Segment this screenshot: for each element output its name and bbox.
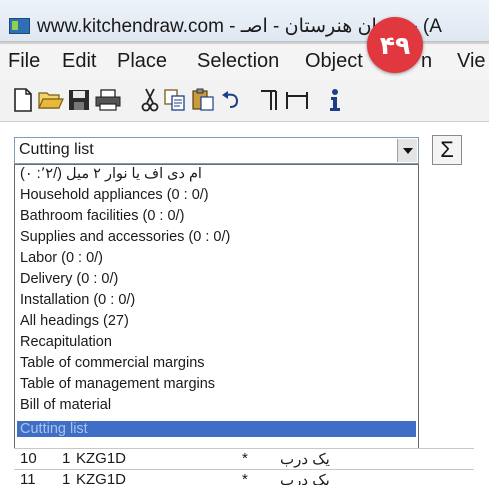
report-type-dropdown-list: (۰ :٬٢/) ام دی اف یا نوار ٢ میل Househol…	[14, 164, 419, 449]
menu-place[interactable]: Place	[117, 50, 167, 73]
row-code: KZG1D	[76, 450, 127, 467]
row-quantity: 1	[62, 450, 71, 467]
sum-button[interactable]: Σ	[432, 135, 462, 165]
report-type-combobox[interactable]: Cutting list	[14, 137, 419, 164]
row-name: یک درب	[280, 451, 330, 468]
dropdown-item-delivery[interactable]: Delivery (0 : 0/)	[20, 271, 118, 287]
report-type-selected: Cutting list	[19, 141, 94, 158]
row-divider	[14, 448, 474, 449]
dimension-vertical-icon[interactable]	[256, 87, 282, 113]
dropdown-item-mdf-edge[interactable]: (۰ :٬٢/) ام دی اف یا نوار ٢ میل	[20, 166, 202, 182]
menu-selection[interactable]: Selection	[197, 50, 279, 73]
dropdown-item-management-margins[interactable]: Table of management margins	[20, 376, 215, 392]
dropdown-item-bill-of-material[interactable]: Bill of material	[20, 397, 111, 413]
menu-object[interactable]: Object	[305, 50, 363, 73]
menu-file[interactable]: File	[8, 50, 40, 73]
print-icon[interactable]	[95, 87, 121, 113]
dropdown-item-household-appliances[interactable]: Household appliances (0 : 0/)	[20, 187, 209, 203]
save-disk-icon[interactable]	[66, 87, 92, 113]
row-code: KZG1D	[76, 471, 127, 485]
paste-icon[interactable]	[190, 87, 216, 113]
estimate-panel: Cutting list Σ (۰ :٬٢/) ام دی اف یا نوار…	[0, 122, 489, 485]
step-number-badge: ۴۹	[367, 17, 423, 73]
dropdown-item-supplies-accessories[interactable]: Supplies and accessories (0 : 0/)	[20, 229, 230, 245]
row-divider	[14, 469, 474, 470]
row-mark: *	[242, 450, 248, 467]
table-row[interactable]: 10 1 KZG1D * یک درب	[14, 448, 474, 469]
row-number: 10	[20, 450, 37, 467]
copy-icon[interactable]	[162, 87, 188, 113]
info-icon[interactable]	[322, 87, 348, 113]
app-icon[interactable]	[9, 18, 30, 34]
undo-icon[interactable]	[218, 87, 244, 113]
cut-scissors-icon[interactable]	[137, 87, 163, 113]
dropdown-item-all-headings[interactable]: All headings (27)	[20, 313, 129, 329]
toolbar	[0, 80, 489, 122]
table-row[interactable]: 11 1 KZG1D * یک درب	[14, 469, 474, 485]
row-quantity: 1	[62, 471, 71, 485]
dropdown-item-labor[interactable]: Labor (0 : 0/)	[20, 250, 103, 266]
new-document-icon[interactable]	[10, 87, 36, 113]
menu-hidden-partial[interactable]: n	[421, 50, 432, 73]
dropdown-item-cutting-list[interactable]: Cutting list	[17, 421, 416, 437]
dropdown-item-installation[interactable]: Installation (0 : 0/)	[20, 292, 135, 308]
chevron-down-icon[interactable]	[397, 139, 417, 162]
dimension-horizontal-icon[interactable]	[284, 87, 310, 113]
row-mark: *	[242, 471, 248, 485]
menu-view[interactable]: Vie	[457, 50, 486, 73]
open-folder-icon[interactable]	[38, 87, 64, 113]
dropdown-item-recapitulation[interactable]: Recapitulation	[20, 334, 112, 350]
dropdown-item-commercial-margins[interactable]: Table of commercial margins	[20, 355, 205, 371]
row-name: یک درب	[280, 472, 330, 485]
dropdown-item-bathroom-facilities[interactable]: Bathroom facilities (0 : 0/)	[20, 208, 184, 224]
row-number: 11	[20, 471, 36, 485]
menu-edit[interactable]: Edit	[62, 50, 96, 73]
